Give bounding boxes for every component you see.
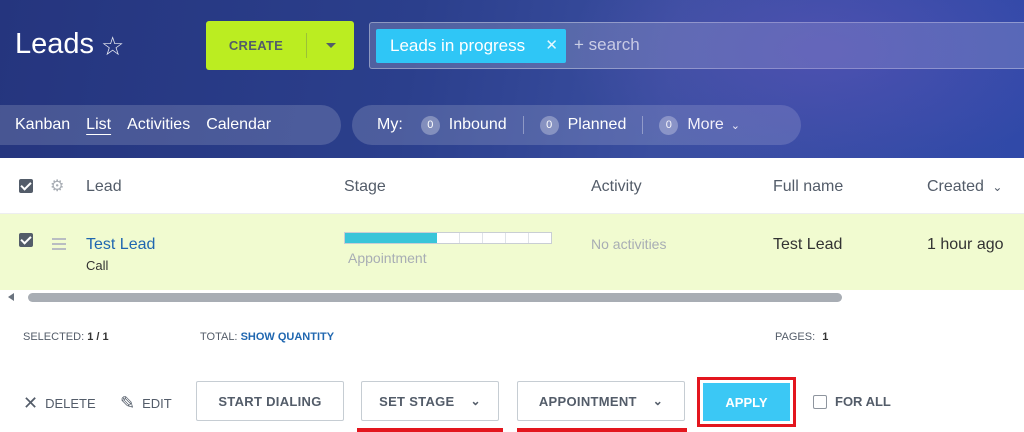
start-dialing-label: START DIALING [218,393,322,409]
grid-header: ⚙ Lead Stage Activity Full name Created … [0,158,1024,214]
filter-chip-leads-in-progress[interactable]: Leads in progress ✕ [376,29,566,63]
stage-segment[interactable] [529,233,551,243]
select-all-checkbox[interactable] [19,179,33,193]
my-label: My: [377,116,403,133]
edit-button[interactable]: ✎ EDIT [120,393,172,414]
pages-value: 1 [822,331,829,343]
selected-value: 1 / 1 [87,331,109,343]
delete-button[interactable]: ✕ DELETE [23,393,96,414]
tab-calendar[interactable]: Calendar [206,116,271,134]
pages-label: PAGES: [775,331,816,343]
counter-planned[interactable]: 0 Planned [539,115,627,135]
created-cell: 1 hour ago [927,236,1004,253]
horizontal-scrollbar[interactable] [0,290,1024,306]
tab-activities[interactable]: Activities [127,116,190,134]
counter-label: More [687,116,724,133]
column-header-created[interactable]: Created ⌄ [927,178,1002,196]
column-header-activity[interactable]: Activity [591,178,642,196]
page-header: Leads ☆ CREATE Leads in progress ✕ Kanba… [0,0,1024,158]
delete-label: DELETE [45,396,96,411]
stage-segment[interactable] [460,233,483,243]
counter-label: Planned [567,116,627,133]
pages-count: PAGES: 1 [775,331,828,343]
lead-source: Call [86,258,109,273]
stage-segment[interactable] [345,233,368,243]
column-header-created-label: Created [927,178,984,195]
counter-panel: My: 0 Inbound 0 Planned 0 More ⌄ [352,105,801,145]
stage-segment[interactable] [483,233,506,243]
stage-segment[interactable] [414,233,437,243]
counter-divider [522,116,524,134]
counter-badge: 0 [539,115,559,135]
sort-chevron-icon: ⌄ [992,180,1003,194]
filter-search-box[interactable]: Leads in progress ✕ [369,22,1024,69]
edit-label: EDIT [142,396,172,411]
column-header-stage[interactable]: Stage [344,178,386,196]
total-count: TOTAL: SHOW QUANTITY [200,331,334,343]
chevron-down-icon: ⌄ [652,394,664,408]
drag-handle-icon[interactable] [52,238,66,253]
stage-select-label: APPOINTMENT [538,393,637,409]
selected-label: SELECTED: [23,331,85,343]
set-stage-label: SET STAGE [379,393,455,409]
stage-segment[interactable] [506,233,529,243]
counter-badge: 0 [420,115,440,135]
favorite-star-icon[interactable]: ☆ [101,33,124,59]
highlight-underline [517,428,687,432]
create-button[interactable]: CREATE [206,21,354,70]
column-header-lead[interactable]: Lead [86,178,122,196]
highlight-box: APPLY [697,377,796,427]
stage-select-dropdown[interactable]: APPOINTMENT ⌄ [517,381,685,421]
tab-kanban[interactable]: Kanban [15,116,70,134]
row-checkbox[interactable] [19,233,33,247]
chevron-down-icon: ⌄ [470,394,481,408]
for-all-label: FOR ALL [835,394,891,409]
gear-icon[interactable]: ⚙ [50,176,64,196]
total-label: TOTAL: [200,331,238,343]
selected-count: SELECTED: 1 / 1 [23,331,109,343]
scroll-thumb[interactable] [28,293,842,302]
checkbox-box[interactable] [813,394,827,409]
stage-segment[interactable] [368,233,391,243]
stage-segment[interactable] [391,233,414,243]
close-icon[interactable]: ✕ [545,36,558,54]
view-switcher: Kanban List Activities Calendar [0,105,341,145]
counter-badge: 0 [659,115,679,135]
show-quantity-link[interactable]: SHOW QUANTITY [241,331,335,343]
apply-button[interactable]: APPLY [703,383,790,421]
counter-more[interactable]: 0 More ⌄ [659,115,741,135]
start-dialing-button[interactable]: START DIALING [196,381,344,421]
scroll-left-icon[interactable] [8,293,14,301]
stage-label: Appointment [348,250,427,266]
tab-list[interactable]: List [86,116,111,134]
lead-title-link[interactable]: Test Lead [86,236,155,254]
filter-chip-label: Leads in progress [390,36,526,55]
chevron-down-icon: ⌄ [730,119,741,132]
create-button-label[interactable]: CREATE [206,21,306,70]
table-row[interactable]: Test Lead Call Appointment No activities… [0,214,1024,290]
stage-progress-bar[interactable] [344,232,552,244]
search-input[interactable] [574,35,874,55]
pencil-icon: ✎ [120,393,136,413]
activity-cell: No activities [591,236,667,252]
leads-grid: ⚙ Lead Stage Activity Full name Created … [0,158,1024,290]
page-title: Leads [15,28,95,60]
delete-x-icon: ✕ [23,393,39,413]
counter-inbound[interactable]: 0 Inbound [420,115,507,135]
counter-label: Inbound [448,116,507,133]
full-name-cell: Test Lead [773,236,843,253]
stage-segment[interactable] [437,233,460,243]
highlight-underline [357,428,503,432]
create-dropdown-toggle[interactable] [307,21,354,70]
for-all-checkbox[interactable]: FOR ALL [813,394,891,409]
chevron-down-icon [325,43,336,48]
column-header-full-name[interactable]: Full name [773,178,843,196]
counter-divider [642,116,644,134]
set-stage-dropdown[interactable]: SET STAGE ⌄ [361,381,499,421]
